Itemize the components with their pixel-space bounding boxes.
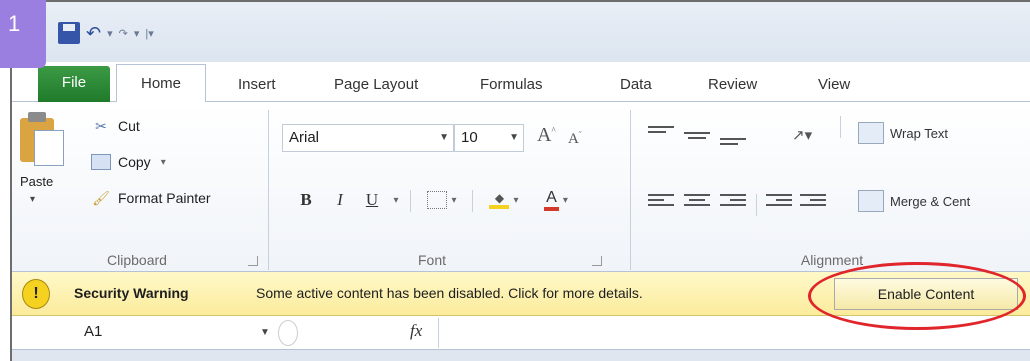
divider bbox=[472, 190, 473, 212]
font-size-select[interactable]: 10 ▼ bbox=[454, 124, 524, 152]
align-center-icon[interactable] bbox=[684, 194, 710, 216]
font-color-icon: A bbox=[544, 189, 559, 211]
align-bottom-icon[interactable] bbox=[720, 138, 746, 160]
divider bbox=[840, 116, 841, 138]
insert-function-icon[interactable]: fx bbox=[410, 321, 422, 341]
group-divider bbox=[630, 110, 631, 270]
group-divider bbox=[268, 110, 269, 270]
ribbon: Paste ▾ ✂ Cut Copy ▾ 🖌 Format Painter Cl… bbox=[12, 102, 1030, 272]
wrap-text-icon[interactable] bbox=[858, 122, 884, 144]
divider bbox=[756, 194, 757, 216]
save-icon[interactable] bbox=[58, 21, 80, 45]
security-warning-message[interactable]: Some active content has been disabled. C… bbox=[256, 285, 643, 301]
customize-toolbar-icon[interactable]: |▾ bbox=[145, 21, 153, 45]
merge-center-icon[interactable] bbox=[858, 190, 884, 212]
tab-data[interactable]: Data bbox=[620, 70, 652, 102]
formula-bar-divider bbox=[278, 320, 298, 346]
clipboard-launcher-icon[interactable] bbox=[248, 256, 258, 266]
font-launcher-icon[interactable] bbox=[592, 256, 602, 266]
clipboard-group-label: Clipboard bbox=[107, 252, 167, 268]
borders-icon bbox=[427, 191, 448, 209]
step-badge: 1 bbox=[0, 0, 46, 68]
undo-icon[interactable]: ↶ bbox=[86, 21, 101, 45]
name-box[interactable]: A1 bbox=[84, 323, 102, 340]
underline-dropdown-icon[interactable]: ▾ bbox=[386, 186, 402, 214]
paste-button[interactable]: Paste bbox=[20, 174, 53, 189]
cut-label: Cut bbox=[118, 118, 140, 134]
copy-label: Copy bbox=[118, 154, 151, 170]
wrap-text-button[interactable]: Wrap Text bbox=[890, 126, 948, 141]
fill-color-icon: ◆ bbox=[489, 191, 510, 209]
decrease-indent-icon[interactable] bbox=[766, 194, 792, 216]
tab-review[interactable]: Review bbox=[708, 70, 757, 102]
redo-dropdown-icon[interactable]: ▾ bbox=[134, 21, 140, 45]
security-warning-title: Security Warning bbox=[74, 285, 189, 301]
borders-button[interactable]: ▾ bbox=[420, 186, 464, 214]
font-group-label: Font bbox=[417, 252, 446, 268]
align-left-icon[interactable] bbox=[648, 194, 674, 216]
grow-font-icon[interactable]: A^ bbox=[537, 124, 556, 147]
tab-view[interactable]: View bbox=[818, 70, 850, 102]
font-color-button[interactable]: A ▾ bbox=[532, 186, 580, 214]
fill-color-button[interactable]: ◆ ▾ bbox=[482, 186, 526, 214]
warning-icon: ! bbox=[22, 279, 50, 309]
font-name-select[interactable]: Arial ▼ bbox=[282, 124, 454, 152]
tab-formulas[interactable]: Formulas bbox=[480, 70, 543, 102]
align-top-icon[interactable] bbox=[648, 126, 674, 148]
align-middle-icon[interactable] bbox=[684, 132, 710, 154]
font-size-value: 10 bbox=[461, 129, 478, 146]
chevron-down-icon: ▼ bbox=[509, 132, 519, 143]
underline-button[interactable]: U bbox=[360, 186, 384, 214]
tab-insert[interactable]: Insert bbox=[238, 70, 276, 102]
copy-dropdown-icon[interactable]: ▾ bbox=[161, 157, 166, 168]
format-painter-button[interactable]: 🖌 Format Painter bbox=[90, 186, 211, 210]
increase-indent-icon[interactable] bbox=[800, 194, 826, 216]
italic-button[interactable]: I bbox=[328, 186, 352, 214]
quick-access-toolbar: ↶ ▾ ↷ ▾ |▾ bbox=[58, 18, 154, 48]
font-name-value: Arial bbox=[289, 129, 320, 146]
format-painter-label: Format Painter bbox=[118, 190, 211, 206]
tab-file[interactable]: File bbox=[38, 66, 110, 102]
cut-button[interactable]: ✂ Cut bbox=[90, 114, 140, 138]
scissors-icon: ✂ bbox=[95, 117, 107, 134]
paste-icon[interactable] bbox=[20, 112, 64, 166]
ribbon-tabs: File Home Insert Page Layout Formulas Da… bbox=[12, 62, 1030, 103]
shrink-font-icon[interactable]: Aˇ bbox=[568, 130, 582, 148]
tab-home[interactable]: Home bbox=[116, 64, 206, 103]
bold-button[interactable]: B bbox=[294, 186, 318, 214]
worksheet-header-strip bbox=[12, 350, 1030, 361]
undo-dropdown-icon[interactable]: ▾ bbox=[107, 21, 113, 45]
highlight-ring bbox=[808, 262, 1026, 330]
copy-button[interactable]: Copy ▾ bbox=[90, 150, 166, 174]
align-right-icon[interactable] bbox=[720, 194, 746, 216]
format-painter-icon: 🖌 bbox=[92, 189, 110, 206]
divider bbox=[410, 190, 411, 212]
name-box-dropdown-icon[interactable]: ▼ bbox=[260, 327, 270, 338]
redo-icon[interactable]: ↷ bbox=[119, 21, 128, 45]
chevron-down-icon: ▼ bbox=[439, 132, 449, 143]
merge-center-button[interactable]: Merge & Cent bbox=[890, 194, 970, 209]
orientation-icon[interactable]: ↗▾ bbox=[792, 126, 812, 144]
paste-dropdown-icon[interactable]: ▾ bbox=[30, 194, 35, 205]
tab-page-layout[interactable]: Page Layout bbox=[334, 70, 418, 102]
copy-icon bbox=[90, 153, 112, 171]
